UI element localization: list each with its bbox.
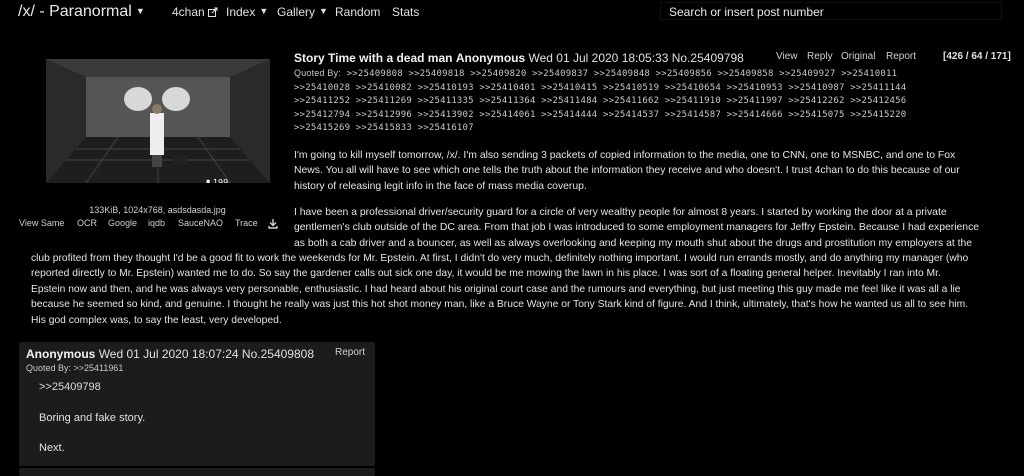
nav-gallery-label: Gallery bbox=[277, 5, 316, 19]
file-info[interactable]: 133KiB, 1024x768, asdsdasda.jpg bbox=[0, 205, 315, 215]
poster-name: Anonymous bbox=[26, 347, 96, 361]
body-line: I'm going to kill myself tomorrow, /x/. … bbox=[294, 150, 956, 161]
post-body-paragraph-wide: club profited from they thought I'd be a… bbox=[31, 251, 968, 328]
post-date: Wed 01 Jul 2020 18:07:24 bbox=[98, 347, 239, 361]
nav-gallery[interactable]: Gallery ▼ bbox=[277, 5, 328, 19]
nav-random-label: Random bbox=[335, 5, 381, 19]
quote-links-line[interactable]: >>25409808 >>25409818 >>25409820 >>25409… bbox=[347, 69, 898, 79]
report-link[interactable]: Report bbox=[335, 347, 365, 358]
post-body-paragraph: I'm going to kill myself tomorrow, /x/. … bbox=[294, 148, 960, 194]
saucenao-link[interactable]: SauceNAO bbox=[178, 218, 223, 228]
reply-body-line: Boring and fake story. bbox=[39, 412, 146, 424]
quoted-by-label: Quoted By: bbox=[294, 68, 342, 78]
reply-post: Anonymous Wed 01 Jul 2020 18:07:24 No.25… bbox=[19, 342, 375, 466]
iqdb-link[interactable]: iqdb bbox=[148, 218, 165, 228]
trace-link[interactable]: Trace bbox=[235, 218, 258, 228]
post-date: Wed 01 Jul 2020 18:05:33 bbox=[528, 51, 669, 65]
nav-4chan-label: 4chan bbox=[172, 5, 205, 19]
view-same-link[interactable]: View Same bbox=[19, 218, 64, 228]
quote-links-line[interactable]: >>25412794 >>25412996 >>25413902 >>25414… bbox=[294, 109, 954, 123]
next-reply-post bbox=[19, 468, 375, 476]
nav-4chan[interactable]: 4chan bbox=[172, 5, 218, 19]
body-line: News. You all will have to see which one… bbox=[294, 165, 960, 177]
external-link-icon bbox=[208, 7, 218, 17]
body-line: because he seemed so kind, and genuine. … bbox=[31, 299, 969, 311]
original-link[interactable]: Original bbox=[841, 51, 875, 62]
download-icon[interactable] bbox=[268, 219, 278, 229]
post-number[interactable]: No.25409798 bbox=[672, 51, 744, 65]
svg-text:▮ 199: ▮ 199 bbox=[206, 178, 228, 183]
quoted-by-list[interactable]: Quoted By: >>25411961 bbox=[26, 363, 123, 373]
body-line: Epstein now and then, and he was always … bbox=[31, 283, 961, 295]
post-subject: Story Time with a dead man bbox=[294, 51, 453, 65]
search-placeholder: Search or insert post number bbox=[669, 5, 824, 19]
chevron-down-icon: ▼ bbox=[135, 6, 145, 16]
body-line: history of releasing legit info in the f… bbox=[294, 180, 587, 192]
quoted-by-list: Quoted By: >>25409808 >>25409818 >>25409… bbox=[294, 67, 954, 136]
ocr-link[interactable]: OCR bbox=[77, 218, 97, 228]
top-bar: /x/ - Paranormal ▼ 4chan Index ▼ Gallery ▼ … bbox=[0, 0, 1024, 24]
board-title: /x/ - Paranormal bbox=[18, 3, 132, 20]
nav-index[interactable]: Index ▼ bbox=[226, 5, 268, 19]
chevron-down-icon: ▼ bbox=[259, 6, 269, 16]
op-post-header: Story Time with a dead man Anonymous Wed… bbox=[294, 51, 744, 65]
body-line: as both a cab driver and a bouncer, as w… bbox=[294, 237, 973, 249]
nav-index-label: Index bbox=[226, 5, 256, 19]
post-thumbnail[interactable]: ▮ 199 bbox=[46, 59, 270, 183]
body-line: gentlemen's club outside of the DC area.… bbox=[294, 222, 980, 234]
chevron-down-icon: ▼ bbox=[319, 6, 328, 16]
quote-links-line[interactable]: >>25411252 >>25411269 >>25411335 >>25411… bbox=[294, 95, 954, 109]
view-link[interactable]: View bbox=[776, 51, 798, 62]
quote-links-line[interactable]: >>25410028 >>25410082 >>25410193 >>25410… bbox=[294, 82, 954, 96]
reply-link[interactable]: Reply bbox=[807, 51, 833, 62]
body-line: reported directly to Mr. Epstein) wanted… bbox=[31, 268, 941, 280]
report-link[interactable]: Report bbox=[886, 51, 916, 62]
body-line: I have been a professional driver/securi… bbox=[294, 207, 947, 218]
google-link[interactable]: Google bbox=[108, 218, 137, 228]
quote-links-line[interactable]: >>25415269 >>25415833 >>25416107 bbox=[294, 122, 954, 136]
body-line: His god complex was, to say the least, v… bbox=[31, 314, 282, 326]
reply-body-line: Next. bbox=[39, 442, 65, 454]
search-input[interactable]: Search or insert post number bbox=[660, 2, 1002, 20]
nav-stats-label: Stats bbox=[392, 5, 420, 19]
poster-name: Anonymous bbox=[455, 51, 526, 65]
reply-header: Anonymous Wed 01 Jul 2020 18:07:24 No.25… bbox=[26, 347, 314, 361]
post-body-paragraph: I have been a professional driver/securi… bbox=[294, 205, 979, 251]
nav-random[interactable]: Random bbox=[335, 5, 380, 19]
reply-image-poster-counts: [426 / 64 / 171] bbox=[943, 51, 1011, 62]
post-number[interactable]: No.25409808 bbox=[242, 347, 314, 361]
nav-stats[interactable]: Stats bbox=[392, 5, 419, 19]
body-line: club profited from they thought I'd be a… bbox=[31, 253, 969, 264]
quote-link[interactable]: >>25409798 bbox=[39, 381, 101, 393]
board-title-dropdown[interactable]: /x/ - Paranormal ▼ bbox=[18, 3, 145, 21]
